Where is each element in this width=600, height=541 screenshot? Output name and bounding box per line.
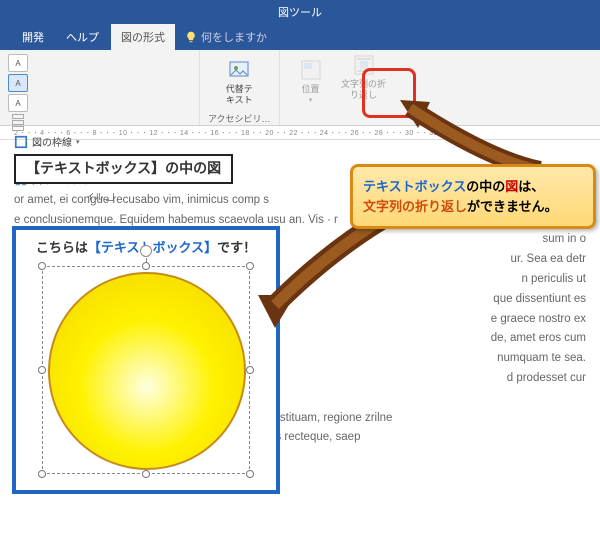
lightbulb-icon: [185, 31, 197, 43]
annotation-callout: テキストボックスの中の図は、 文字列の折り返しができません。: [350, 164, 596, 229]
chevron-down-icon: ▾: [309, 97, 313, 105]
group-arrange: 位置 ▾ 文字列の折 り返し ▾: [280, 50, 400, 125]
text-box-object[interactable]: こちらは【テキストボックス】です！: [12, 226, 280, 494]
ribbon-tabs: 開発 ヘルプ 図の形式 何をしますか: [0, 24, 600, 50]
shape-style-thumb-3[interactable]: A: [8, 94, 28, 112]
gallery-up-icon[interactable]: [12, 114, 24, 119]
resize-handle[interactable]: [246, 262, 254, 270]
tell-me-placeholder: 何をしますか: [201, 29, 267, 45]
group-label-accessibility: アクセシビリ…: [208, 110, 271, 125]
wrap-text-button: 文字列の折 り返し ▾: [336, 54, 392, 110]
resize-handle[interactable]: [246, 366, 254, 374]
alt-text-button[interactable]: 代替テ キスト: [216, 54, 262, 110]
alt-text-label: 代替テ キスト: [226, 84, 253, 106]
ribbon: A A A 図の枠線 ▾ 図の効果 ▾: [0, 50, 600, 126]
group-accessibility: 代替テ キスト アクセシビリ…: [200, 50, 280, 125]
group-shape-styles: A A A 図の枠線 ▾ 図の効果 ▾: [0, 50, 200, 125]
context-tab-label: 図ツール: [278, 4, 322, 20]
resize-handle[interactable]: [142, 470, 150, 478]
shape-style-thumb-1[interactable]: A: [8, 54, 28, 72]
tell-me-search[interactable]: 何をしますか: [177, 24, 275, 50]
gallery-down-icon[interactable]: [12, 120, 24, 125]
chevron-down-icon: ▾: [362, 103, 366, 111]
position-label: 位置: [302, 84, 320, 95]
wrap-text-icon: [352, 53, 376, 77]
position-icon: [299, 58, 323, 82]
circle-shape[interactable]: [48, 272, 246, 470]
resize-handle[interactable]: [38, 470, 46, 478]
heading-box: 【テキストボックス】の中の図: [14, 154, 233, 184]
resize-handle[interactable]: [142, 262, 150, 270]
shape-style-thumb-2[interactable]: A: [8, 74, 28, 92]
tab-help[interactable]: ヘルプ: [56, 24, 109, 50]
position-button: 位置 ▾: [288, 54, 334, 110]
title-bar: 図ツール: [0, 0, 600, 24]
wrap-text-label: 文字列の折 り返し: [341, 79, 386, 101]
tab-picture-format[interactable]: 図の形式: [111, 24, 175, 50]
alt-text-icon: [227, 58, 251, 82]
tab-developer[interactable]: 開発: [12, 24, 54, 50]
shape-selection-frame[interactable]: [42, 266, 250, 474]
gallery-more-icon[interactable]: [12, 126, 24, 131]
resize-handle[interactable]: [38, 262, 46, 270]
resize-handle[interactable]: [246, 470, 254, 478]
resize-handle[interactable]: [38, 366, 46, 374]
